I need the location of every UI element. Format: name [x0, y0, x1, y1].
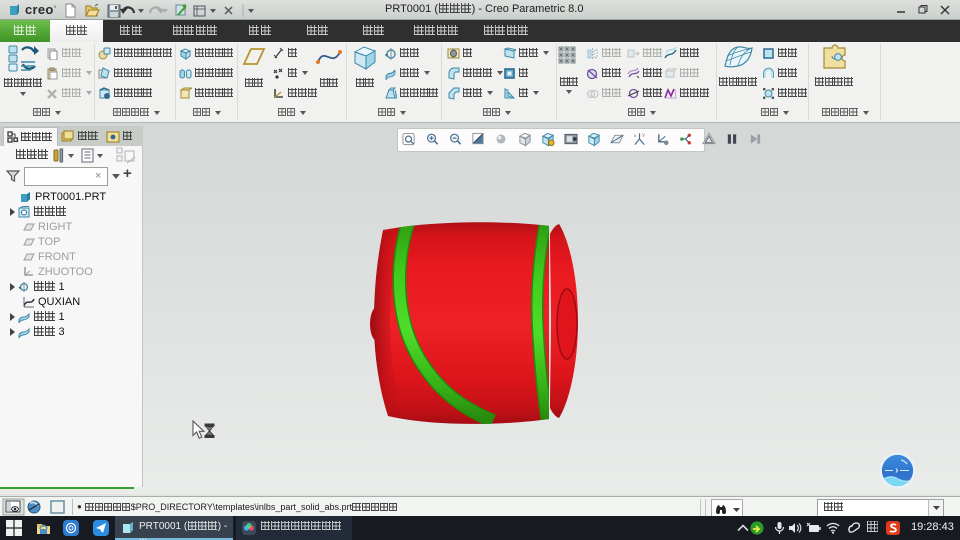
- svg-text:y: y: [642, 132, 645, 137]
- svg-text:x: x: [634, 133, 637, 138]
